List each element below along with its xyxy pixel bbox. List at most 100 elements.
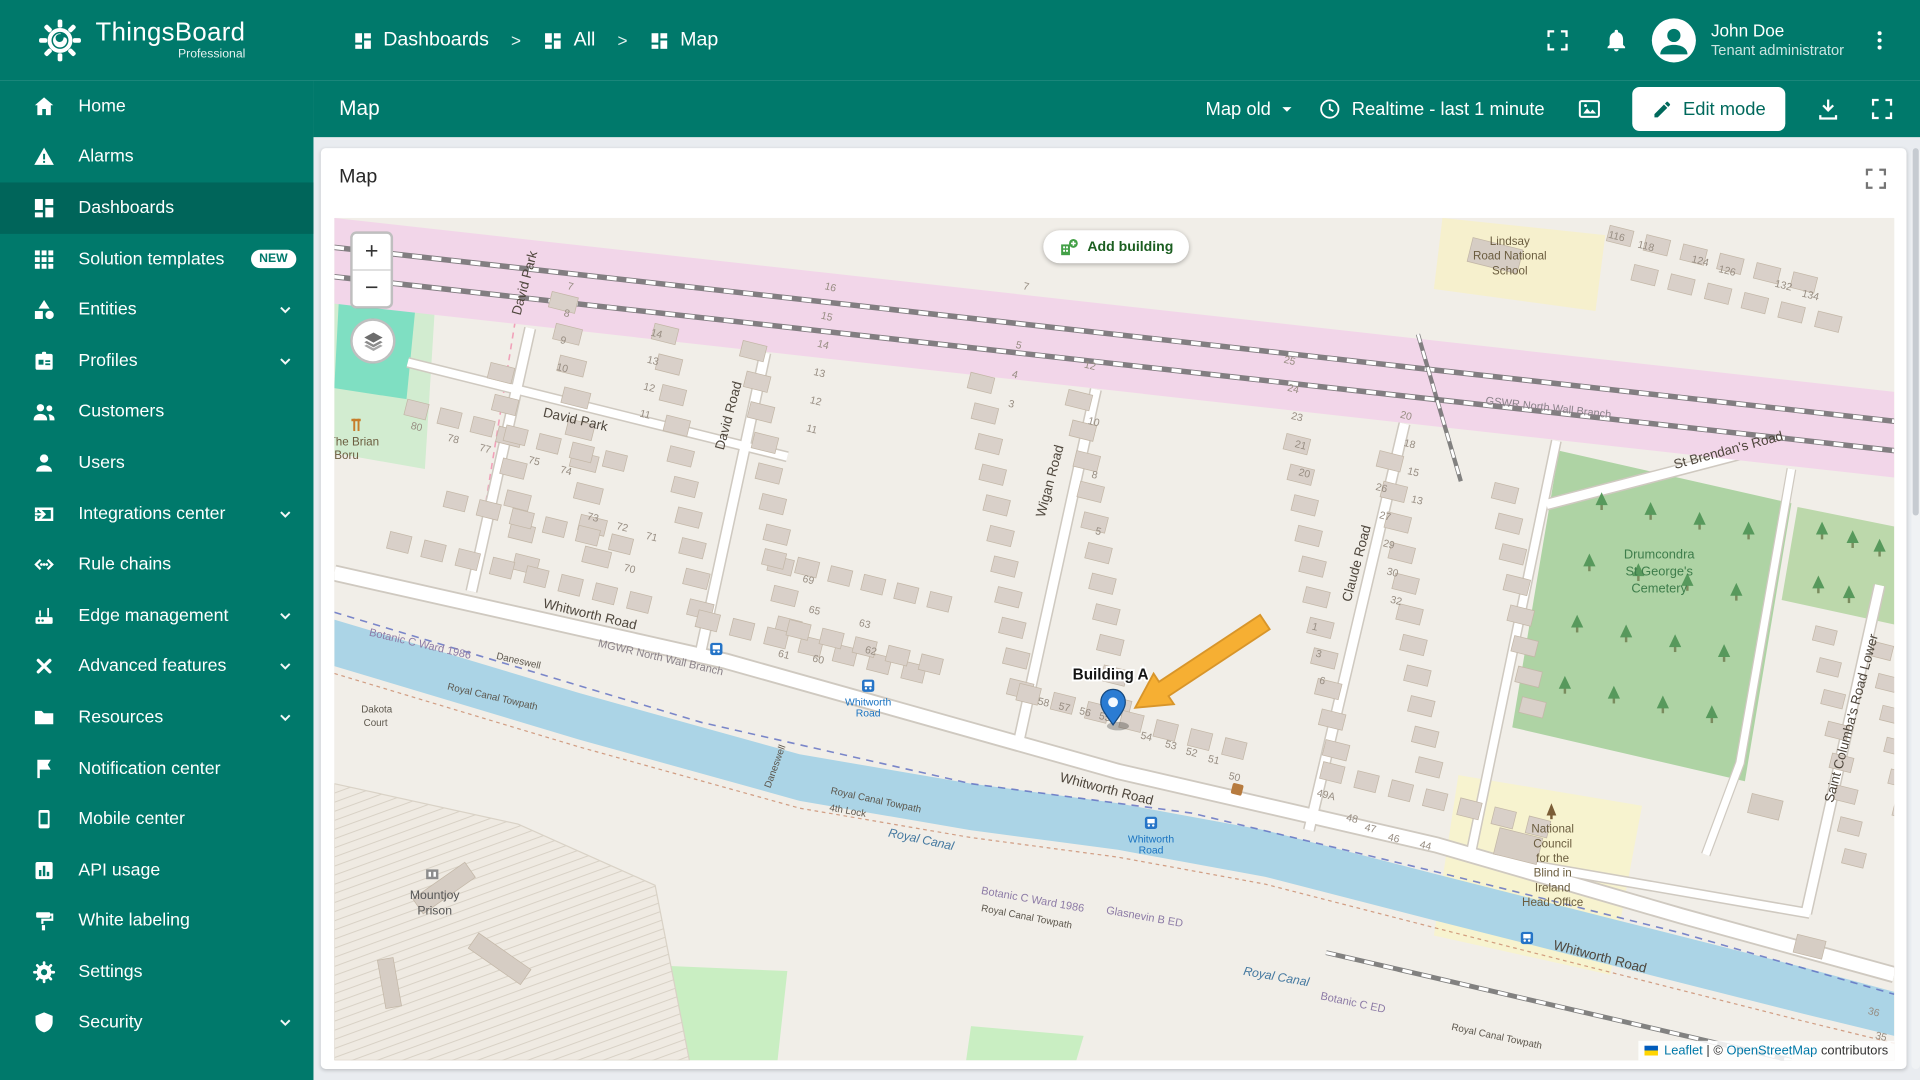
sidebar-item-label: Integrations center — [78, 503, 226, 524]
widget-fullscreen-icon[interactable] — [1862, 165, 1889, 192]
bell-icon — [1607, 29, 1626, 52]
tools-icon — [32, 654, 56, 678]
prison-icon — [426, 869, 439, 880]
pencil-icon — [1654, 101, 1671, 117]
dashboards-icon — [545, 32, 562, 49]
svg-text:Cemetery: Cemetery — [1631, 581, 1687, 596]
chevron-down-icon — [280, 510, 291, 518]
leaflet-map[interactable]: Whitworth Road Whitworth Road Whitworth … — [334, 217, 1895, 1061]
timewindow-button[interactable]: Realtime - last 1 minute — [1317, 97, 1545, 121]
sidebar-item-resources[interactable]: Resources — [0, 692, 313, 743]
breadcrumb: Dashboards > All > Map — [353, 29, 719, 51]
zoom-control: + − — [350, 231, 394, 309]
svg-text:Prison: Prison — [417, 904, 452, 918]
sidebar-item-label: Rule chains — [78, 554, 172, 575]
chevron-down-icon — [280, 358, 291, 365]
attribution-copyright: © — [1713, 1043, 1723, 1058]
svg-text:Ireland: Ireland — [1535, 881, 1571, 894]
svg-text:The Brian: The Brian — [334, 436, 379, 449]
gear-icon — [32, 960, 56, 984]
customers-icon — [32, 400, 56, 424]
breadcrumb-map[interactable]: Map — [650, 29, 719, 51]
sidebar-item-label: Solution templates — [78, 249, 225, 269]
svg-text:Drumcondra: Drumcondra — [1624, 546, 1696, 561]
sidebar-item-label: Resources — [78, 707, 164, 728]
sidebar-item-notification-center[interactable]: Notification center — [0, 743, 313, 794]
attribution-contributors: contributors — [1820, 1043, 1889, 1058]
sidebar-item-edge-management[interactable]: Edge management — [0, 590, 313, 641]
brand-edition: Professional — [177, 47, 246, 62]
sidebar-item-home[interactable]: Home — [0, 81, 313, 132]
user-name: John Doe — [1710, 20, 1785, 41]
sidebar-item-profiles[interactable]: Profiles — [0, 335, 313, 386]
sidebar-item-label: Dashboards — [78, 198, 175, 218]
sidebar-item-security[interactable]: Security — [0, 998, 313, 1049]
user-info[interactable]: John Doe Tenant administrator — [1711, 21, 1844, 61]
sidebar-item-white-labeling[interactable]: White labeling — [0, 896, 313, 947]
user-avatar[interactable] — [1652, 18, 1697, 63]
dashboard-fullscreen-button[interactable] — [1859, 86, 1906, 133]
sidebar-item-label: Customers — [78, 402, 165, 422]
leaflet-flag-icon — [1644, 1045, 1658, 1056]
sidebar-item-customers[interactable]: Customers — [0, 386, 313, 437]
svg-text:Whitworth: Whitworth — [845, 697, 891, 708]
add-building-button[interactable]: Add building — [1043, 230, 1190, 264]
sidebar-item-rule-chains[interactable]: Rule chains — [0, 539, 313, 590]
sidebar-item-settings[interactable]: Settings — [0, 947, 313, 998]
zoom-out-button[interactable]: − — [353, 271, 391, 307]
osm-link[interactable]: OpenStreetMap — [1727, 1043, 1818, 1058]
chevron-down-icon — [280, 663, 291, 671]
chevron-down-icon — [280, 714, 291, 722]
more-menu-button[interactable] — [1856, 17, 1903, 64]
svg-text:National: National — [1531, 823, 1574, 836]
rule-chains-icon — [32, 552, 56, 576]
entities-icon — [32, 298, 56, 322]
breadcrumb-label: Map — [680, 29, 719, 51]
scrollbar-thumb[interactable] — [1912, 148, 1919, 516]
add-building-label: Add building — [1087, 239, 1174, 255]
sidebar-item-entities[interactable]: Entities — [0, 285, 313, 336]
sidebar-item-solution-templates[interactable]: Solution templates NEW — [0, 234, 313, 285]
new-badge: NEW — [250, 249, 297, 269]
sidebar-item-label: Alarms — [78, 147, 134, 168]
edit-mode-button[interactable]: Edit mode — [1632, 86, 1786, 132]
sidebar-item-label: Home — [78, 96, 126, 117]
state-select-value: Map old — [1205, 98, 1271, 120]
svg-text:Mountjoy: Mountjoy — [410, 888, 461, 902]
layers-control[interactable] — [350, 318, 396, 364]
clock-icon — [1320, 99, 1340, 119]
sidebar-item-integrations-center[interactable]: Integrations center — [0, 488, 313, 539]
sidebar-item-label: Notification center — [78, 758, 221, 779]
map-widget-card: Map Whitworth Road Whitworth Road Whitwo… — [320, 148, 1907, 1069]
content-scrollbar[interactable] — [1911, 148, 1920, 1069]
export-button[interactable] — [1805, 86, 1852, 133]
breadcrumb-separator: > — [617, 30, 628, 51]
svg-text:Court: Court — [364, 718, 388, 729]
background-image-button[interactable] — [1567, 86, 1614, 133]
logo[interactable]: ThingsBoard Professional — [0, 17, 313, 64]
sidebar-item-dashboards[interactable]: Dashboards — [0, 182, 314, 234]
sidebar-item-alarms[interactable]: Alarms — [0, 132, 313, 183]
zoom-in-button[interactable]: + — [353, 234, 391, 270]
breadcrumb-dashboards[interactable]: Dashboards — [353, 29, 489, 51]
dashboard-content: Map Whitworth Road Whitworth Road Whitwo… — [313, 137, 1920, 1080]
apps-grid-icon — [32, 247, 56, 271]
dashboards-icon — [32, 196, 56, 220]
map-attribution: Leaflet | © OpenStreetMap contributors — [1638, 1040, 1895, 1061]
dashboards-icon — [652, 32, 668, 49]
sidebar-item-users[interactable]: Users — [0, 437, 313, 488]
sidebar-item-mobile-center[interactable]: Mobile center — [0, 794, 313, 845]
kebab-icon — [1877, 31, 1882, 50]
sidebar-item-api-usage[interactable]: API usage — [0, 845, 313, 896]
fullscreen-button[interactable] — [1535, 17, 1582, 64]
layers-icon — [363, 331, 383, 351]
state-select[interactable]: Map old — [1206, 98, 1298, 120]
user-icon — [32, 451, 56, 475]
notifications-button[interactable] — [1593, 17, 1640, 64]
sidebar-item-advanced-features[interactable]: Advanced features — [0, 641, 313, 692]
fullscreen-icon — [1871, 98, 1893, 120]
sidebar: Home Alarms Dashboards Solution template… — [0, 80, 314, 1080]
top-header-bar: ThingsBoard Professional Dashboards > Al… — [0, 0, 1920, 81]
leaflet-link[interactable]: Leaflet — [1664, 1043, 1703, 1058]
breadcrumb-all[interactable]: All — [543, 29, 595, 51]
